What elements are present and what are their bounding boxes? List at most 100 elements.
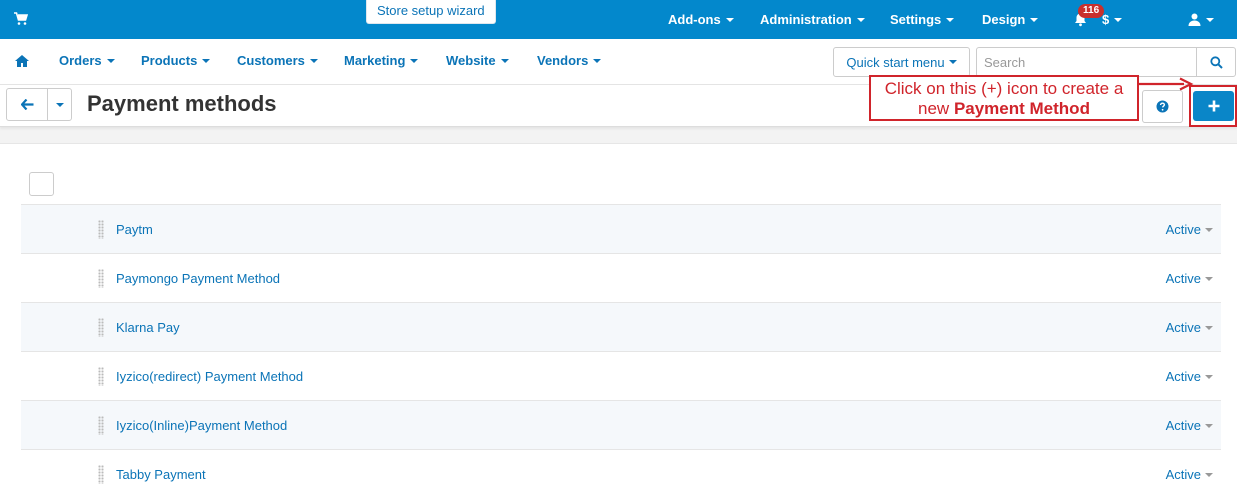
search-input[interactable] xyxy=(976,47,1197,77)
chevron-down-icon xyxy=(500,59,509,63)
payment-method-name[interactable]: Paytm xyxy=(116,222,153,237)
chevron-down-icon xyxy=(1205,423,1213,428)
drag-handle-icon[interactable] xyxy=(98,269,104,288)
question-icon xyxy=(1156,100,1169,113)
nav-label: Customers xyxy=(237,53,305,68)
menu-label: Design xyxy=(982,12,1026,27)
list-item[interactable]: Paytm Active xyxy=(21,204,1221,253)
payment-method-name[interactable]: Iyzico(redirect) Payment Method xyxy=(116,369,303,384)
menu-label: Add-ons xyxy=(668,12,721,27)
status-dropdown[interactable]: Active xyxy=(1166,222,1213,237)
status-dropdown[interactable]: Active xyxy=(1166,320,1213,335)
nav-products[interactable]: Products xyxy=(141,39,211,83)
payment-method-name[interactable]: Klarna Pay xyxy=(116,320,180,335)
chevron-down-icon xyxy=(1205,276,1213,281)
nav-vendors[interactable]: Vendors xyxy=(537,39,602,83)
status-dropdown[interactable]: Active xyxy=(1166,369,1213,384)
chevron-down-icon xyxy=(55,102,64,107)
list-item[interactable]: Iyzico(redirect) Payment Method Active xyxy=(21,351,1221,400)
nav-label: Products xyxy=(141,53,198,68)
annotation-arrow-icon xyxy=(1139,77,1194,91)
chevron-down-icon xyxy=(410,59,419,63)
list-item[interactable]: Paymongo Payment Method Active xyxy=(21,253,1221,302)
notification-badge: 116 xyxy=(1078,4,1105,18)
select-all-checkbox[interactable] xyxy=(29,172,54,196)
menu-label: Settings xyxy=(890,12,942,27)
drag-handle-icon[interactable] xyxy=(98,465,104,484)
nav-label: Website xyxy=(446,53,496,68)
annotation-line-1: Click on this (+) icon to create a xyxy=(884,79,1124,98)
home-icon[interactable] xyxy=(15,55,29,67)
list-item[interactable]: Tabby Payment Active xyxy=(21,449,1221,498)
list-item[interactable]: Klarna Pay Active xyxy=(21,302,1221,351)
chevron-down-icon xyxy=(202,59,211,63)
chevron-down-icon xyxy=(106,59,115,63)
help-button[interactable] xyxy=(1142,90,1183,123)
user-icon xyxy=(1188,13,1201,26)
chevron-down-icon xyxy=(1205,325,1213,330)
status-dropdown[interactable]: Active xyxy=(1166,271,1213,286)
chevron-down-icon xyxy=(1205,472,1213,477)
chevron-down-icon xyxy=(1205,227,1213,232)
cart-icon[interactable] xyxy=(14,12,28,26)
search-icon xyxy=(1209,55,1223,69)
quick-start-menu-button[interactable]: Quick start menu xyxy=(833,47,970,77)
page-title: Payment methods xyxy=(87,91,277,116)
nav-label: Orders xyxy=(59,53,102,68)
menu-settings[interactable]: Settings xyxy=(890,0,955,39)
annotation-line-2: new Payment Method xyxy=(871,99,1137,119)
status-label: Active xyxy=(1165,418,1201,433)
back-button-group xyxy=(6,88,72,121)
nav-label: Marketing xyxy=(344,53,406,68)
status-dropdown[interactable]: Active xyxy=(1166,467,1213,482)
nav-label: Vendors xyxy=(537,53,589,68)
menu-currency[interactable]: $ xyxy=(1102,0,1123,39)
menu-administration[interactable]: Administration xyxy=(760,0,865,39)
chevron-down-icon xyxy=(946,17,955,22)
chevron-down-icon xyxy=(1205,374,1213,379)
menu-user[interactable] xyxy=(1188,0,1214,39)
list-item[interactable]: Iyzico(Inline)Payment Method Active xyxy=(21,400,1221,449)
status-label: Active xyxy=(1165,467,1201,482)
status-dropdown[interactable]: Active xyxy=(1166,418,1213,433)
drag-handle-icon[interactable] xyxy=(98,367,104,386)
chevron-down-icon xyxy=(1030,17,1039,22)
chevron-down-icon xyxy=(948,60,957,64)
menu-add-ons[interactable]: Add-ons xyxy=(668,0,734,39)
status-label: Active xyxy=(1165,369,1201,384)
payment-method-name[interactable]: Tabby Payment xyxy=(116,467,206,482)
quick-start-label: Quick start menu xyxy=(846,54,945,70)
add-button-highlight xyxy=(1189,85,1237,127)
top-bar: Store setup wizard Add-ons Administratio… xyxy=(0,0,1237,39)
payment-methods-panel: Paytm Active Paymongo Payment Method Act… xyxy=(0,143,1237,502)
menu-design[interactable]: Design xyxy=(982,0,1039,39)
status-label: Active xyxy=(1165,271,1201,286)
currency-label: $ xyxy=(1102,12,1110,27)
menu-label: Administration xyxy=(760,12,852,27)
nav-customers[interactable]: Customers xyxy=(237,39,318,83)
status-label: Active xyxy=(1165,320,1201,335)
annotation-line-2-bold: Payment Method xyxy=(953,99,1090,118)
chevron-down-icon xyxy=(1206,17,1214,22)
history-dropdown-button[interactable] xyxy=(48,89,71,120)
drag-handle-icon[interactable] xyxy=(98,416,104,435)
chevron-down-icon xyxy=(725,17,734,22)
annotation-callout: Click on this (+) icon to create a new P… xyxy=(869,75,1139,121)
chevron-down-icon xyxy=(309,59,318,63)
store-setup-wizard-button[interactable]: Store setup wizard xyxy=(366,0,496,24)
chevron-down-icon xyxy=(856,17,865,22)
payment-method-name[interactable]: Paymongo Payment Method xyxy=(116,271,280,286)
search-button[interactable] xyxy=(1196,47,1236,77)
payment-methods-list: Paytm Active Paymongo Payment Method Act… xyxy=(21,204,1221,498)
nav-orders[interactable]: Orders xyxy=(59,39,115,83)
drag-handle-icon[interactable] xyxy=(98,220,104,239)
arrow-left-icon xyxy=(20,99,33,110)
drag-handle-icon[interactable] xyxy=(98,318,104,337)
payment-method-name[interactable]: Iyzico(Inline)Payment Method xyxy=(116,418,287,433)
nav-website[interactable]: Website xyxy=(446,39,509,83)
back-button[interactable] xyxy=(7,89,48,120)
chevron-down-icon xyxy=(593,59,602,63)
status-label: Active xyxy=(1165,222,1201,237)
chevron-down-icon xyxy=(1114,17,1123,22)
nav-marketing[interactable]: Marketing xyxy=(344,39,419,83)
